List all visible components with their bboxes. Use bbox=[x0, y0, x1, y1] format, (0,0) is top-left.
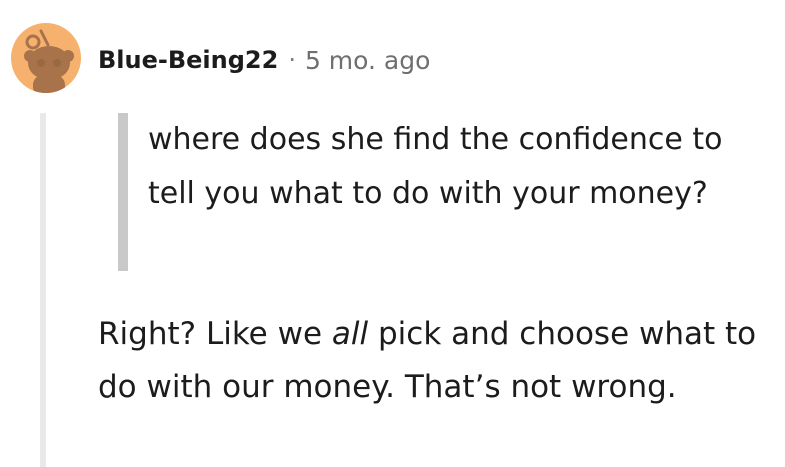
reply-text-start: Right? Like we bbox=[98, 316, 332, 352]
reply-emphasis: all bbox=[331, 316, 369, 352]
timestamp-link[interactable]: 5 mo. ago bbox=[305, 46, 430, 75]
comment-header: Blue-Being22 · 5 mo. ago bbox=[98, 40, 430, 80]
avatar[interactable] bbox=[11, 23, 81, 93]
separator-dot: · bbox=[288, 46, 296, 74]
snoo-avatar-icon bbox=[24, 29, 74, 93]
comment-body: Right? Like we all pick and choose what … bbox=[98, 308, 778, 414]
blockquote: where does she find the confidence to te… bbox=[118, 113, 758, 271]
quote-text: where does she find the confidence to te… bbox=[148, 122, 723, 211]
thread-collapse-line[interactable] bbox=[40, 113, 46, 467]
username-link[interactable]: Blue-Being22 bbox=[98, 46, 278, 74]
